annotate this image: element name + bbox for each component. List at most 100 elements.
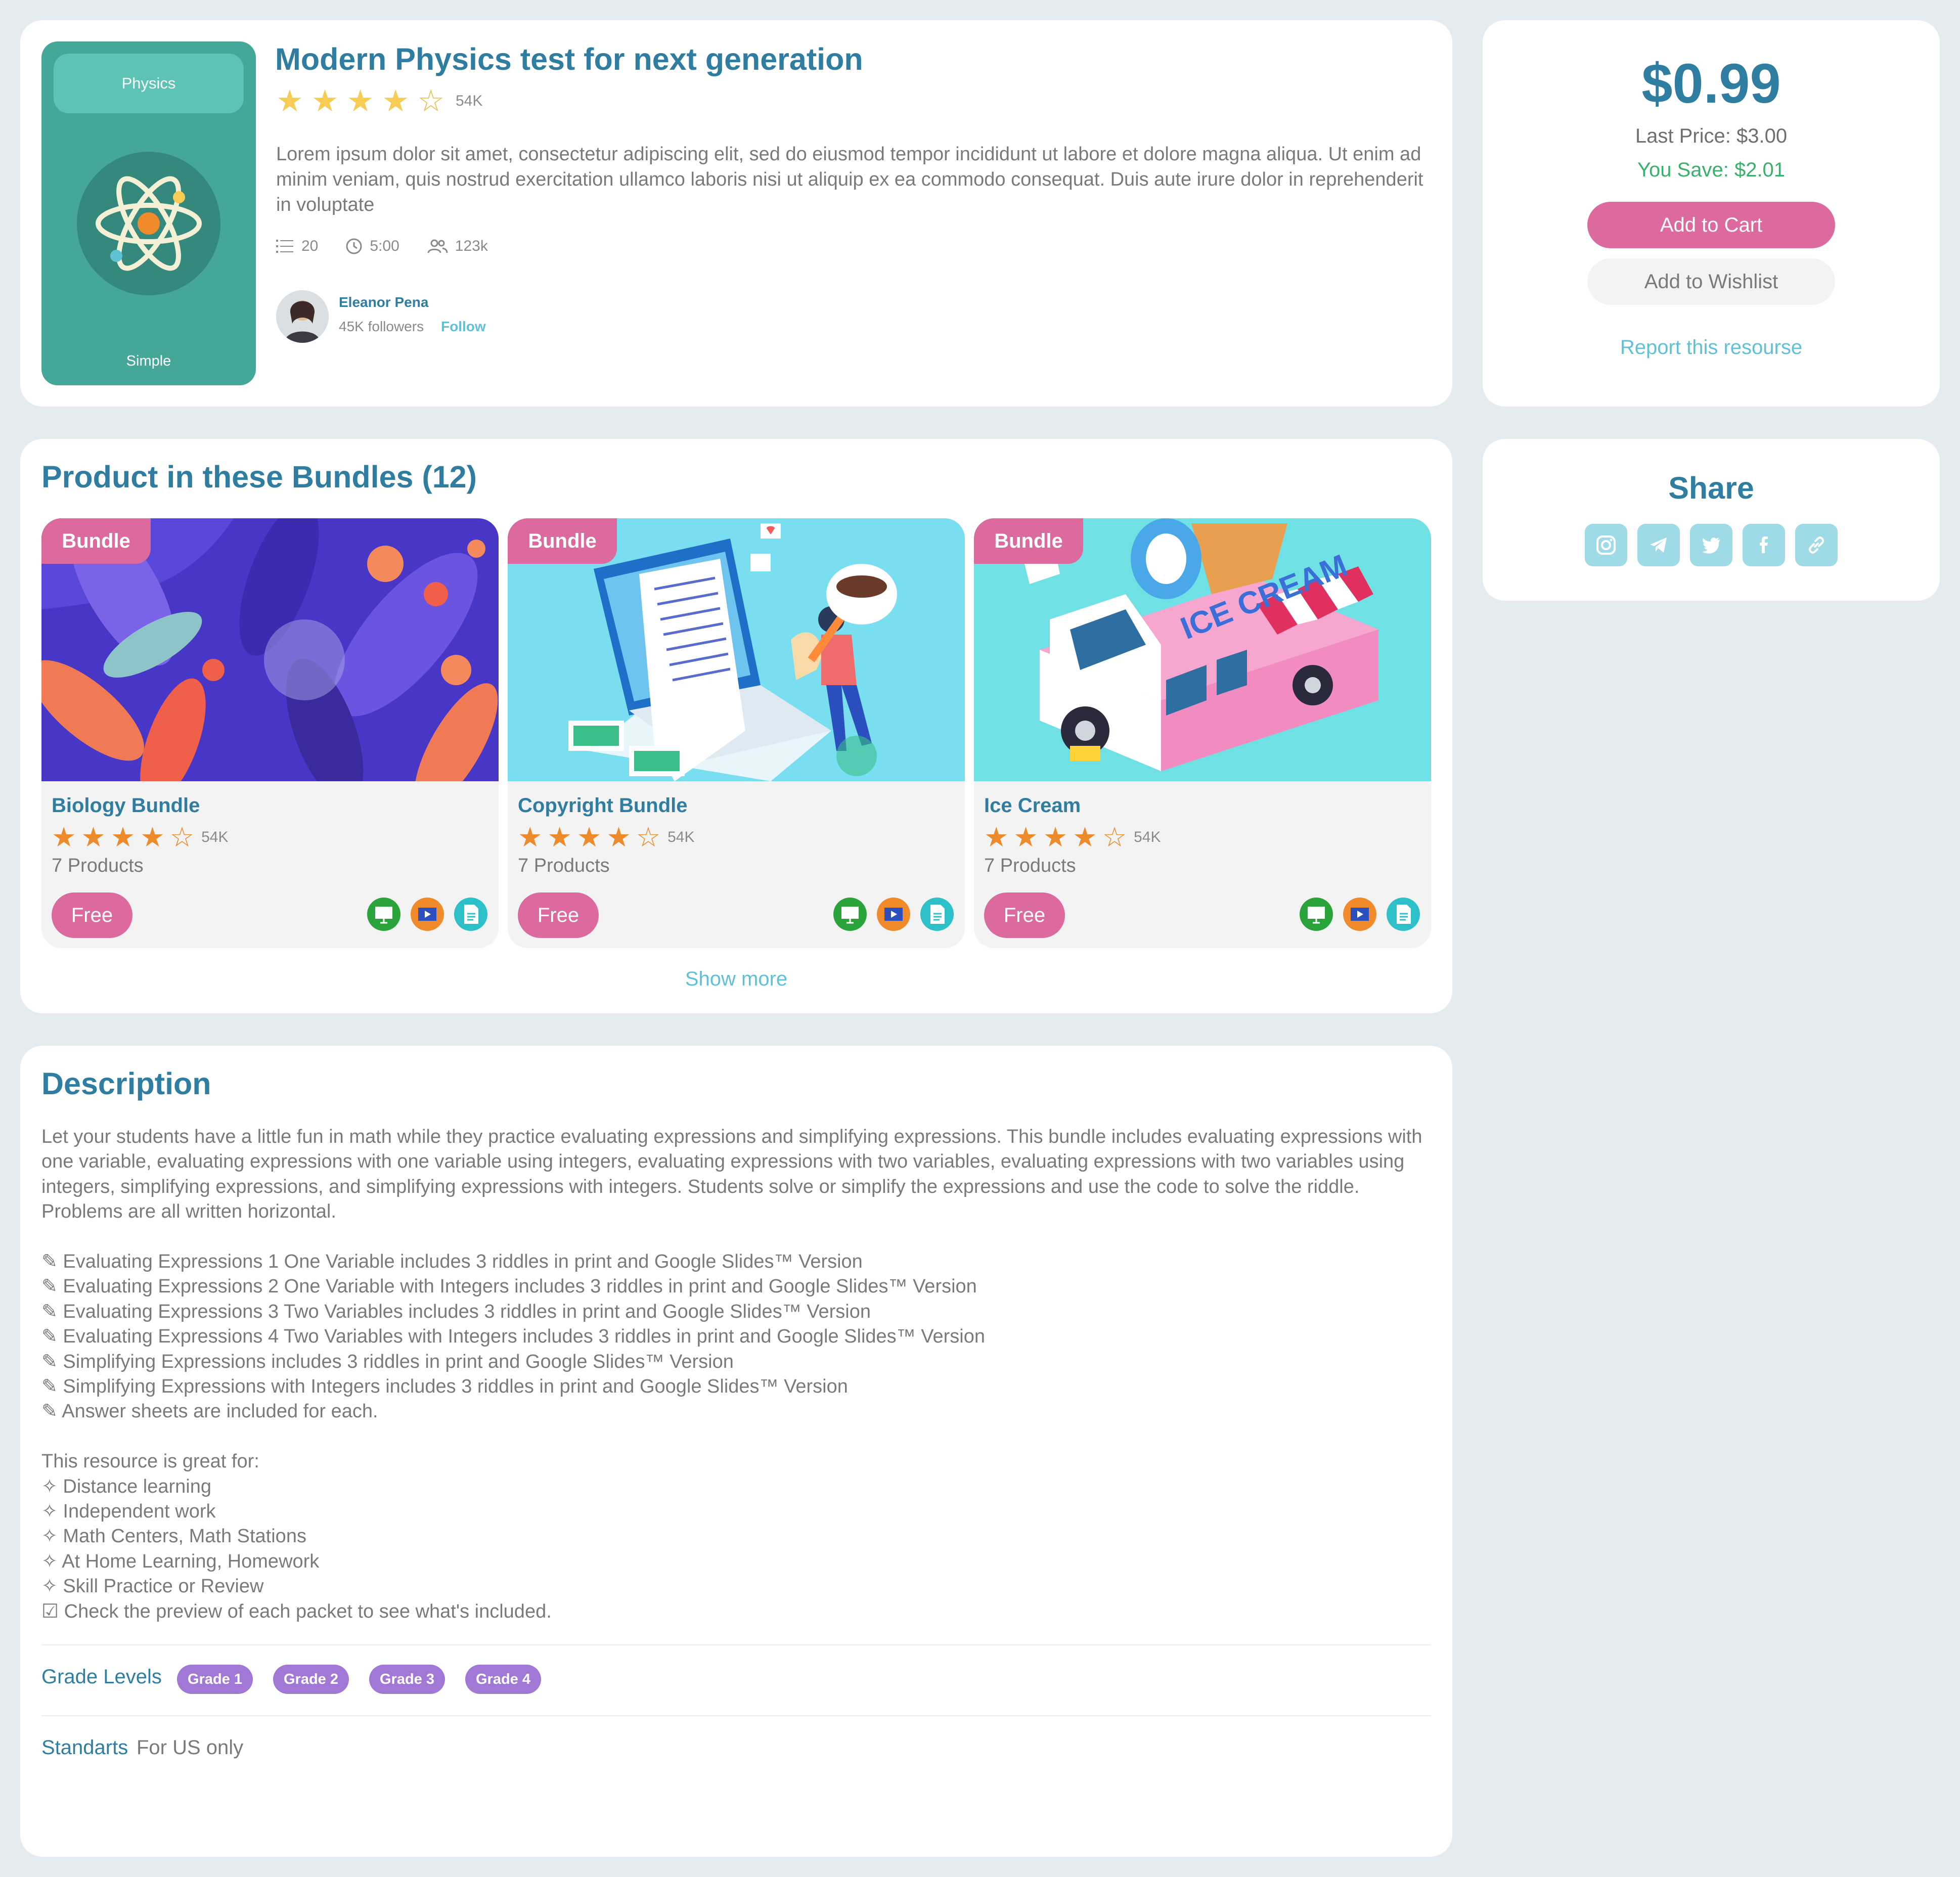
great-for-title: This resource is great for: [41, 1451, 259, 1472]
star-empty-icon: ☆ [169, 822, 195, 853]
free-button[interactable]: Free [52, 892, 132, 938]
bundles-title: Product in these Bundles (12) [41, 460, 477, 494]
bundle-card[interactable]: ICE CREAM Bundle Ice Cream ★ ★ ★ ★ ☆ 54K 7 P… [974, 518, 1431, 948]
learners-count: 123k [455, 238, 488, 254]
grade-tag[interactable]: Grade 4 [465, 1665, 541, 1694]
twitter-icon[interactable] [1690, 524, 1732, 566]
list-item: ✎ Simplifying Expressions with Integers … [41, 1376, 848, 1398]
current-price: $0.99 [1641, 53, 1781, 115]
standards-value: For US only [137, 1736, 244, 1759]
list-item: ✎ Answer sheets are included for each. [41, 1401, 378, 1422]
star-empty-icon: ☆ [1102, 822, 1127, 853]
star-filled-icon: ★ [606, 822, 631, 853]
list-item: ✎ Evaluating Expressions 4 Two Variables… [41, 1326, 985, 1348]
star-filled-icon: ★ [81, 822, 106, 853]
grade-tag[interactable]: Grade 1 [177, 1665, 253, 1694]
star-filled-icon: ★ [518, 822, 543, 853]
bundle-rating: ★ ★ ★ ★ ☆ 54K [984, 824, 1161, 851]
bundle-name[interactable]: Ice Cream [984, 794, 1081, 817]
standards-label: Standarts [41, 1736, 128, 1759]
share-title: Share [1668, 471, 1754, 505]
list-item: ✧ Independent work [41, 1501, 216, 1523]
grade-levels-label: Grade Levels [41, 1666, 162, 1688]
bundle-name[interactable]: Copyright Bundle [518, 794, 688, 817]
video-icon [1343, 898, 1376, 931]
list-item: ✧ Math Centers, Math Stations [41, 1526, 306, 1547]
items-count: 20 [301, 238, 319, 254]
star-filled-icon: ★ [382, 84, 410, 118]
product-summary: Lorem ipsum dolor sit amet, consectetur … [276, 144, 1423, 215]
description-title: Description [41, 1066, 211, 1101]
telegram-icon[interactable] [1637, 524, 1680, 566]
product-meta: 20 5:00 123k [276, 238, 488, 255]
format-icons [367, 898, 487, 931]
list-item: ✧ Skill Practice or Review [41, 1576, 264, 1597]
users-icon [427, 239, 448, 253]
bundle-rating-count: 54K [667, 829, 695, 845]
free-button[interactable]: Free [518, 892, 599, 938]
list-item: ✧ At Home Learning, Homework [41, 1550, 320, 1572]
star-filled-icon: ★ [140, 822, 165, 853]
product-title: Modern Physics test for next generation [275, 42, 863, 76]
presentation-icon [1300, 898, 1333, 931]
product-card: Physics Simple Modern Physics test for n… [20, 20, 1452, 407]
star-filled-icon: ★ [110, 822, 136, 853]
atom-icon [77, 152, 220, 295]
document-icon [920, 898, 954, 931]
follow-link[interactable]: Follow [441, 319, 486, 335]
grade-tag[interactable]: Grade 2 [273, 1665, 349, 1694]
list-item: ✎ Evaluating Expressions 3 Two Variables… [41, 1301, 871, 1322]
format-icons [1300, 898, 1420, 931]
author-followers: 45K followers [339, 319, 424, 334]
link-icon[interactable] [1795, 524, 1838, 566]
product-rating: ★ ★ ★ ★ ☆ 54K [276, 86, 482, 116]
facebook-icon[interactable] [1743, 524, 1785, 566]
report-link[interactable]: Report this resourse [1483, 336, 1940, 359]
list-item: ✎ Evaluating Expressions 2 One Variable … [41, 1276, 977, 1298]
star-empty-icon: ☆ [636, 822, 661, 853]
bundle-card[interactable]: Bundle Copyright Bundle ★ ★ ★ ★ ☆ 54K 7 Prod… [508, 518, 965, 948]
bundle-rating: ★ ★ ★ ★ ☆ 54K [518, 824, 695, 851]
star-filled-icon: ★ [346, 84, 374, 118]
divider [41, 1644, 1431, 1645]
bundle-rating: ★ ★ ★ ★ ☆ 54K [52, 824, 229, 851]
bundle-name[interactable]: Biology Bundle [52, 794, 200, 817]
product-thumbnail[interactable]: Physics Simple [41, 41, 256, 385]
list-icon [276, 240, 293, 253]
list-item: ✎ Evaluating Expressions 1 One Variable … [41, 1251, 863, 1273]
format-icons [833, 898, 954, 931]
share-buttons [1483, 524, 1940, 566]
level-label: Simple [126, 353, 171, 369]
show-more-link[interactable]: Show more [20, 968, 1452, 991]
add-to-cart-button[interactable]: Add to Cart [1587, 202, 1835, 248]
grade-tag[interactable]: Grade 3 [369, 1665, 445, 1694]
author-name[interactable]: Eleanor Pena [339, 294, 428, 310]
description-intro: Let your students have a little fun in m… [41, 1126, 1422, 1223]
clock-icon [346, 238, 362, 254]
list-item: ✧ Distance learning [41, 1476, 212, 1497]
star-filled-icon: ★ [276, 84, 303, 118]
bundles-section: Product in these Bundles (12) Bundle Bio… [20, 439, 1452, 1013]
last-price: Last Price: $3.00 [1635, 125, 1788, 147]
star-filled-icon: ★ [547, 822, 572, 853]
bundle-tag: Bundle [974, 518, 1083, 564]
description-section: Description Let your students have a lit… [20, 1046, 1452, 1857]
you-save: You Save: $2.01 [1637, 159, 1786, 181]
star-filled-icon: ★ [311, 84, 339, 118]
star-filled-icon: ★ [1013, 822, 1038, 853]
free-button[interactable]: Free [984, 892, 1065, 938]
list-item: ☑ Check the preview of each packet to se… [41, 1600, 552, 1622]
star-filled-icon: ★ [1073, 822, 1097, 853]
bundle-products: 7 Products [518, 855, 610, 876]
bundle-rating-count: 54K [201, 829, 229, 845]
bundle-card[interactable]: Bundle Biology Bundle ★ ★ ★ ★ ☆ 54K 7 Produc… [41, 518, 499, 948]
star-filled-icon: ★ [984, 822, 1009, 853]
rating-count: 54K [455, 93, 483, 109]
presentation-icon [833, 898, 867, 931]
add-to-wishlist-button[interactable]: Add to Wishlist [1587, 258, 1835, 305]
instagram-icon[interactable] [1585, 524, 1627, 566]
star-filled-icon: ★ [52, 822, 76, 853]
bundle-products: 7 Products [52, 855, 144, 876]
presentation-icon [367, 898, 400, 931]
author-avatar[interactable] [276, 290, 329, 343]
